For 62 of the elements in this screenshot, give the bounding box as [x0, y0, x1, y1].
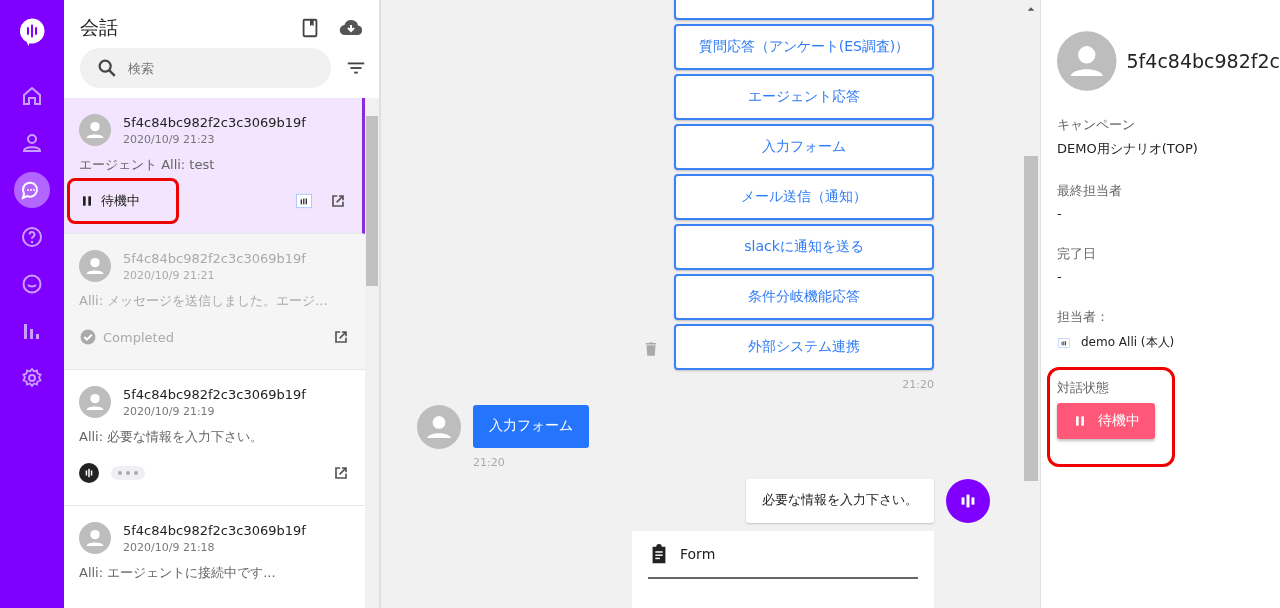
- message-preview: エージェント Alli: test: [79, 156, 216, 174]
- field-label: 最終担当者: [1057, 182, 1123, 200]
- status-button[interactable]: 待機中: [1057, 403, 1155, 439]
- message-preview: Alli: エージェントに接続中です...: [79, 564, 277, 582]
- home-icon: [20, 84, 44, 108]
- conversation-date: 2020/10/9 21:19: [123, 404, 216, 418]
- conversation-item[interactable]: 5f4c84bc982f2c3c3069b19f 2020/10/9 21:23 エージェント Alli: test 待機中: [64, 98, 365, 234]
- scrollbar-thumb[interactable]: [1024, 156, 1038, 481]
- conversation-date: 2020/10/9 21:18: [123, 540, 216, 554]
- assignee-name: demo Alli (本人): [1081, 334, 1175, 351]
- field-value: DEMO用シナリオ(TOP): [1057, 140, 1199, 158]
- option-button[interactable]: エージェント応答: [674, 74, 934, 120]
- avatar-icon: [79, 522, 111, 554]
- field-label: 対話状態: [1057, 379, 1110, 397]
- option-button[interactable]: メール送信（通知）: [674, 174, 934, 220]
- bot-avatar-icon: [946, 479, 990, 523]
- field-label: 完了日: [1057, 245, 1097, 263]
- avatar-icon: [417, 405, 461, 449]
- message-preview: Alli: 必要な情報を入力下さい。: [79, 428, 265, 446]
- conversation-id: 5f4c84bc982f2c3c3069b19f: [123, 522, 306, 538]
- conversation-date: 2020/10/9 21:21: [123, 268, 216, 282]
- conversation-item[interactable]: 5f4c84bc982f2c3c3069b19f 2020/10/9 21:19 Alli: 必要な情報を入力下さい。: [64, 370, 365, 506]
- message-time: 21:20: [473, 456, 506, 469]
- person-icon: [20, 131, 44, 155]
- contact-name: 5f4c84bc982f2c: [1126, 50, 1280, 72]
- field-value: -: [1057, 269, 1063, 284]
- option-button[interactable]: 条件分岐機能応答: [674, 274, 934, 320]
- bot-message: 必要な情報を入力下さい。: [746, 479, 934, 523]
- search-field[interactable]: 検索: [80, 48, 331, 88]
- search-icon: [96, 57, 118, 79]
- form-title: Form: [680, 546, 716, 562]
- help-icon: [20, 225, 44, 249]
- conversation-item[interactable]: 5f4c84bc982f2c3c3069b19f 2020/10/9 21:21 Alli: メッセージを送信しました。エージ... Completed: [64, 234, 365, 370]
- scrollbar-thumb[interactable]: [366, 116, 378, 286]
- avatar-icon: [79, 250, 111, 282]
- panel-title: 会話: [80, 15, 119, 40]
- avatar-icon: [79, 114, 111, 146]
- bot-avatar-icon: [79, 463, 99, 483]
- conversation-id: 5f4c84bc982f2c3c3069b19f: [123, 250, 306, 266]
- avatar-icon: [1057, 30, 1117, 92]
- message-time: 21:20: [902, 378, 934, 391]
- option-button[interactable]: 外部システム連携: [674, 324, 934, 370]
- field-label: キャンペーン: [1057, 116, 1136, 134]
- field-label: 担当者：: [1057, 308, 1110, 326]
- agent-badge-icon: [1057, 335, 1071, 350]
- status-label: 待機中: [101, 192, 140, 210]
- typing-indicator: [111, 466, 145, 480]
- conversation-date: 2020/10/9 21:23: [123, 132, 216, 146]
- option-button[interactable]: 入力フォーム: [674, 124, 934, 170]
- check-circle-icon: [79, 328, 97, 346]
- status-label: Completed: [103, 329, 174, 345]
- nav-button[interactable]: [14, 172, 50, 208]
- message-preview: Alli: メッセージを送信しました。エージ...: [79, 292, 329, 310]
- conversation-id: 5f4c84bc982f2c3c3069b19f: [123, 386, 306, 402]
- settings-icon: [20, 366, 44, 390]
- field-value: -: [1057, 206, 1063, 221]
- option-button[interactable]: 質問応答（アンケート(ES調査)）: [674, 24, 934, 70]
- user-message: 入力フォーム: [473, 405, 589, 448]
- avatar-icon: [79, 386, 111, 418]
- conversation-id: 5f4c84bc982f2c3c3069b19f: [123, 114, 306, 130]
- option-button[interactable]: slackに通知を送る: [674, 224, 934, 270]
- chat-bubble-icon: [20, 272, 44, 296]
